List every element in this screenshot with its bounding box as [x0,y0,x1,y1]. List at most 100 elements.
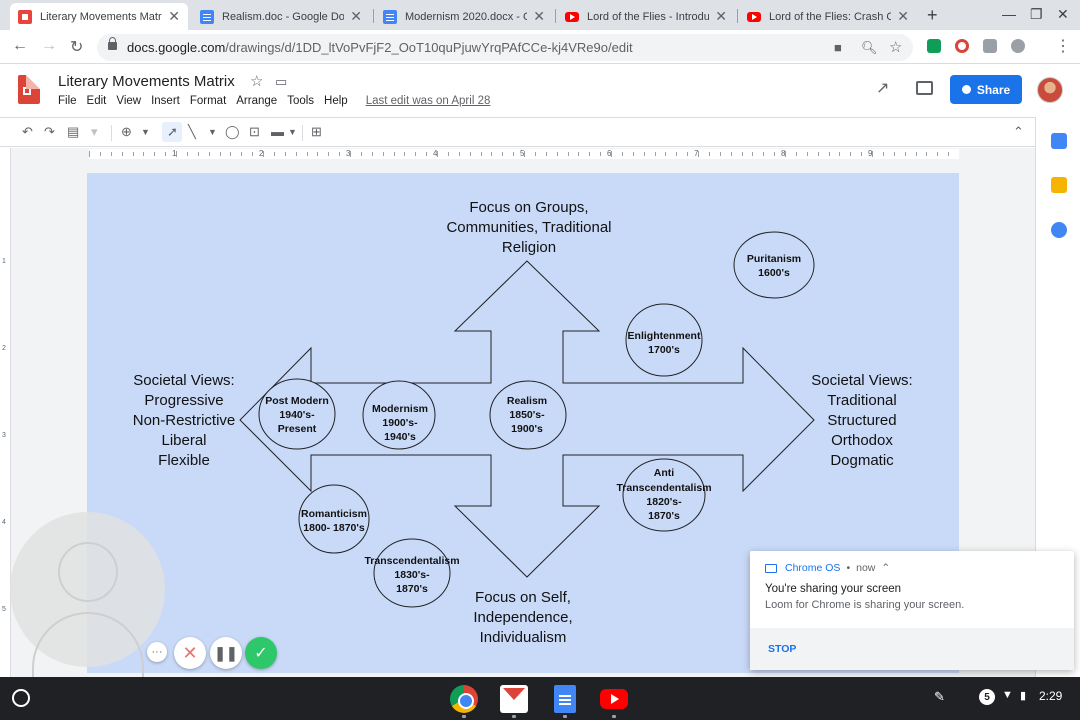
clock-time[interactable]: 2:29 [1039,689,1062,703]
puritanism-ellipse[interactable] [733,231,815,299]
lock-icon [108,37,117,50]
comments-icon[interactable] [916,81,933,95]
redo-icon[interactable]: ↷ [44,124,55,140]
paint-format-icon[interactable]: ▾ [91,124,98,140]
running-indicator [612,715,616,718]
loom-pause-icon[interactable]: ❚❚ [210,637,242,669]
undo-icon[interactable]: ↶ [22,124,33,140]
close-tab-icon[interactable]: ✕ [533,8,545,25]
menu-edit[interactable]: Edit [87,95,107,107]
google-drawings-logo[interactable] [18,75,40,104]
star-icon[interactable]: ☆ [250,72,263,90]
forward-arrow-icon[interactable]: → [41,37,57,55]
close-tab-icon[interactable]: ✕ [715,8,727,25]
close-tab-icon[interactable]: ✕ [897,8,909,25]
tab-title: Realism.doc - Google Doc [222,10,345,23]
shape-tool-icon[interactable]: ◯ [225,124,240,140]
print-icon[interactable]: ▤ [67,124,79,140]
last-edit-link[interactable]: Last edit was on April 28 [366,95,491,107]
loom-webcam-bubble[interactable] [10,512,165,682]
reload-icon[interactable]: ↻ [70,37,83,57]
extension-icon[interactable] [1011,39,1025,53]
stop-sharing-button[interactable]: STOP [768,643,796,655]
close-tab-icon[interactable]: ✕ [168,8,180,25]
cast-extension-icon[interactable] [927,39,941,53]
menu-help[interactable]: Help [324,95,348,107]
menu-insert[interactable]: Insert [151,95,180,107]
stylus-tools-icon[interactable]: ✎ [934,689,945,705]
expand-chevron-icon[interactable]: ⌃ [881,562,890,574]
battery-icon[interactable]: ▮ [1020,689,1026,702]
close-window-icon[interactable]: ✕ [1057,6,1069,23]
tab-realism-doc[interactable]: Realism.doc - Google Doc ✕ [192,3,370,30]
minimize-icon[interactable]: — [1002,6,1016,22]
image-dropdown-icon[interactable]: ▼ [288,127,297,137]
zoom-dropdown-icon[interactable]: ▼ [141,127,150,137]
loom-more-icon[interactable]: ··· [147,642,167,662]
address-bar[interactable]: docs.google.com/drawings/d/1DD_ltVoPvFjF… [97,34,913,61]
tasks-icon[interactable] [1051,222,1067,238]
ruler-tick [861,152,863,156]
ruler-tick [219,152,221,156]
comment-add-icon[interactable]: ⊞ [311,124,322,140]
activity-trend-icon[interactable]: ↗ [876,78,889,98]
url-host: docs.google.com [127,40,226,55]
ruler-tick [741,152,743,156]
ruler-tick [371,152,373,156]
wifi-icon[interactable]: ▼ [1002,689,1013,701]
transcendentalism-dates: 1830's- [394,569,430,581]
line-tool-icon[interactable]: ╲ [188,124,196,140]
notification-message: Loom for Chrome is sharing your screen. [765,599,965,611]
chrome-menu-icon[interactable]: ⋮ [1055,36,1071,56]
anti-transcendentalism-dates: 1870's [648,510,680,522]
right-label-line: Traditional [827,392,896,409]
ruler-tick [795,152,797,156]
back-arrow-icon[interactable]: ← [12,37,28,55]
zoom-icon[interactable]: ⊕ [121,124,132,140]
bookmark-star-icon[interactable]: ☆ [889,38,902,56]
gmail-app-icon[interactable] [500,685,528,713]
new-tab-plus-icon[interactable]: + [927,5,938,26]
ruler-tick [339,152,341,156]
camera-icon[interactable]: ■ [834,40,842,55]
extension-icon[interactable] [955,39,969,53]
docs-app-icon[interactable] [554,685,576,713]
youtube-app-icon[interactable] [600,689,628,709]
keep-icon[interactable] [1051,177,1067,193]
document-title[interactable]: Literary Movements Matrix [58,73,235,90]
text-box-icon[interactable]: ⊡ [249,124,260,140]
tab-modernism-doc[interactable]: Modernism 2020.docx - G ✕ [375,3,553,30]
extension-icon[interactable] [983,39,997,53]
image-icon[interactable]: ▬ [271,124,284,139]
tab-lotf-crash-course[interactable]: Lord of the Flies: Crash C ✕ [739,3,917,30]
ruler-number: 5 [2,606,6,613]
launcher-icon[interactable] [12,689,30,707]
ruler-tick [263,151,264,157]
tab-lotf-intro[interactable]: Lord of the Flies - Introdu ✕ [557,3,735,30]
ruler-tick [480,152,482,156]
tab-literary-movements[interactable]: Literary Movements Matri ✕ [10,3,188,30]
bottom-label-line: Individualism [480,629,567,646]
close-tab-icon[interactable]: ✕ [350,8,362,25]
move-folder-icon[interactable]: ▭ [275,74,287,90]
menu-view[interactable]: View [116,95,141,107]
chrome-app-icon[interactable] [450,685,478,713]
select-arrow-icon[interactable]: ➚ [167,124,178,140]
post-modern-dates: 1940's- [279,409,315,421]
maximize-icon[interactable]: ❐ [1030,6,1043,23]
loom-cancel-icon[interactable]: ✕ [174,637,206,669]
loom-finish-check-icon[interactable]: ✓ [245,637,277,669]
line-dropdown-icon[interactable]: ▼ [208,127,217,137]
collapse-chevron-icon[interactable]: ⌃ [1013,124,1024,140]
zoom-search-icon[interactable]: 🔍︎ [861,40,878,56]
realism-dates: 1900's [511,423,543,435]
menu-arrange[interactable]: Arrange [236,95,277,107]
notification-count-badge[interactable]: 5 [979,689,995,705]
ruler-tick [589,152,591,156]
menu-format[interactable]: Format [190,95,226,107]
calendar-icon[interactable] [1051,133,1067,149]
menu-tools[interactable]: Tools [287,95,314,107]
menu-file[interactable]: File [58,95,77,107]
account-avatar[interactable] [1037,77,1063,103]
share-button[interactable]: Share [950,75,1022,104]
